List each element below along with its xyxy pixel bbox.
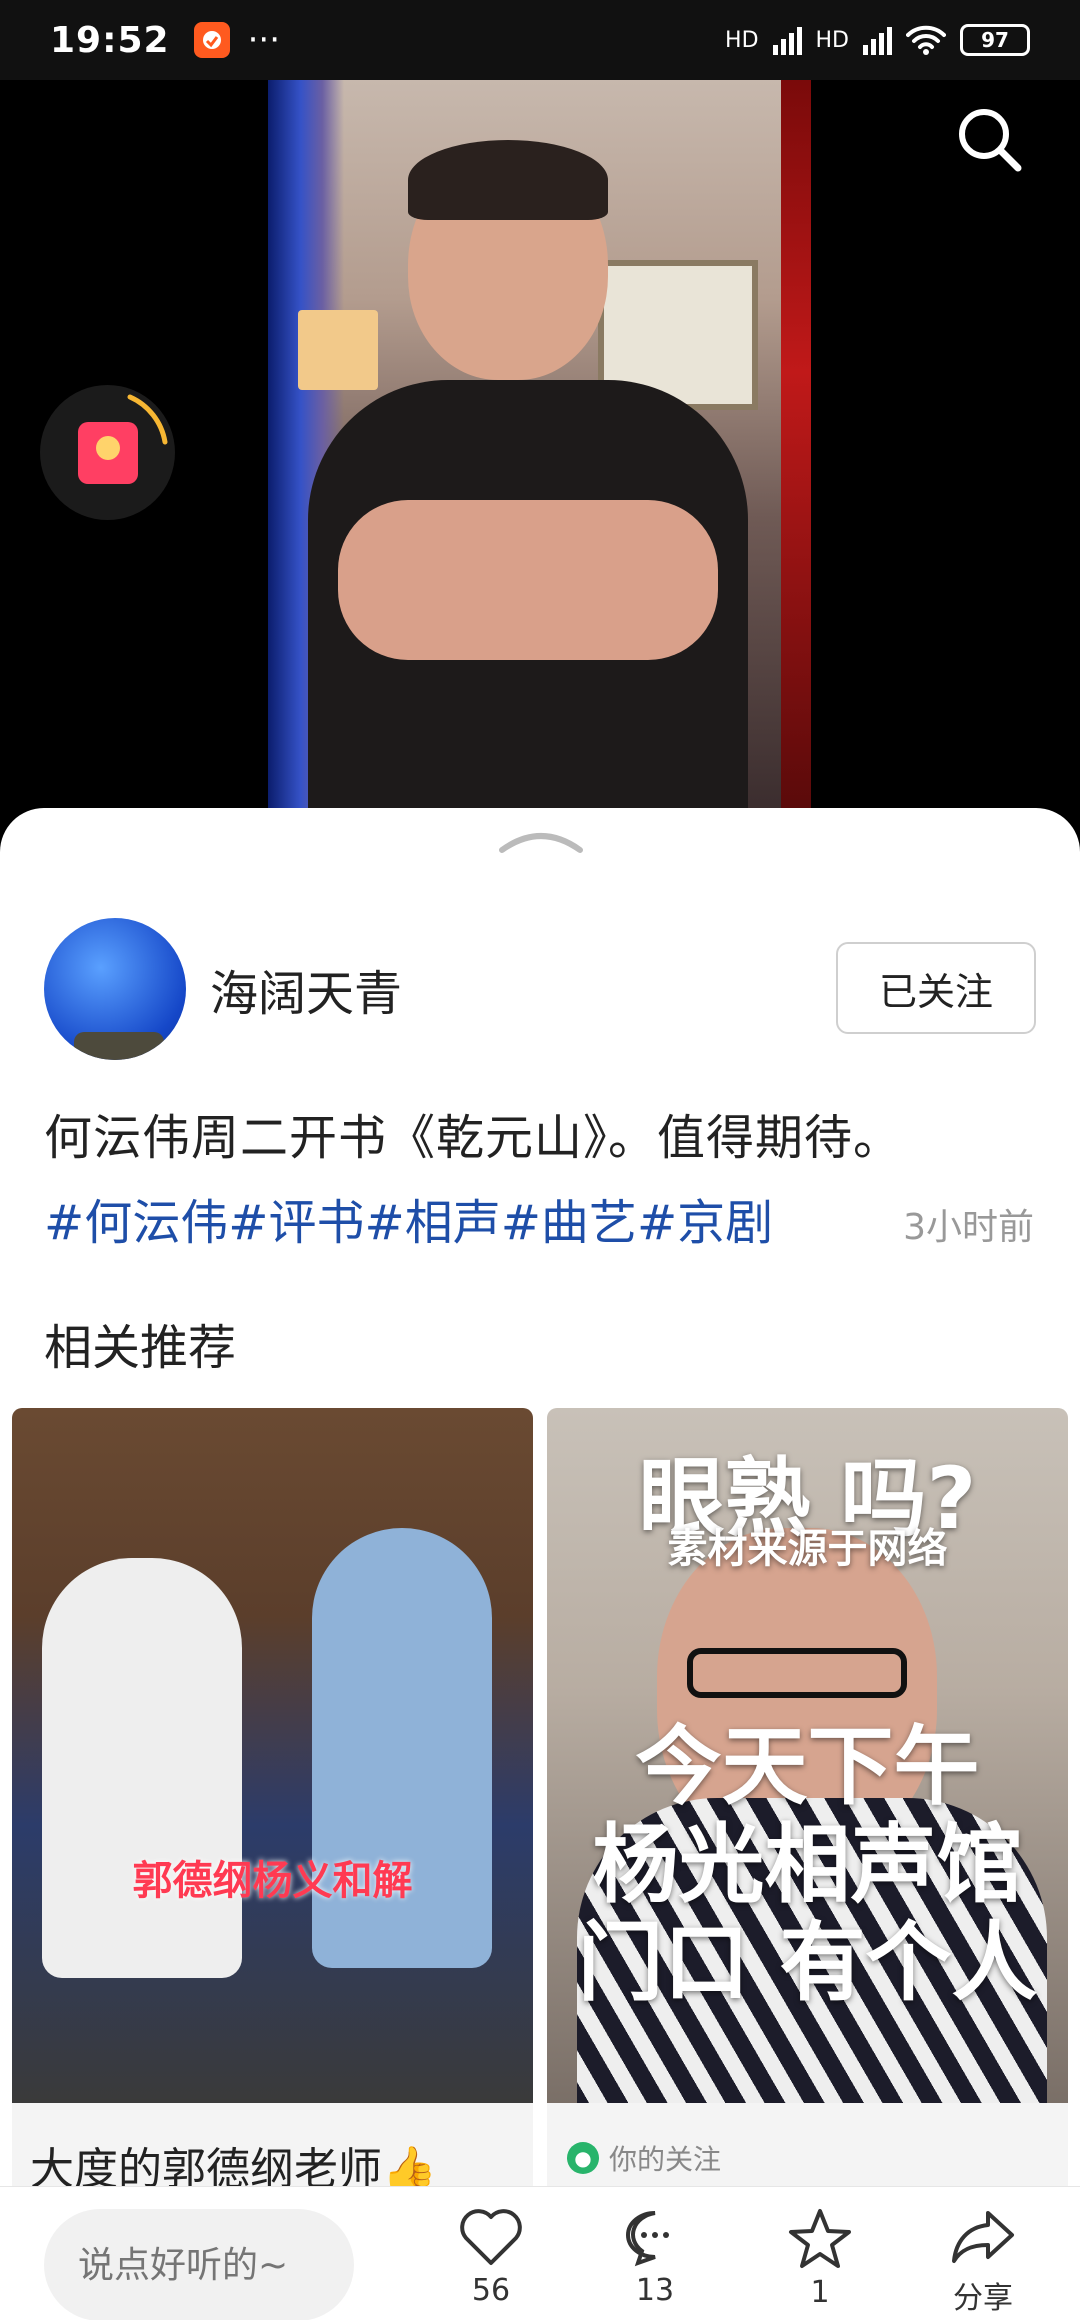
thumb-glasses xyxy=(687,1648,907,1698)
comment-input[interactable] xyxy=(44,2209,354,2320)
user-icon: ● xyxy=(567,2142,599,2174)
video-person-arms xyxy=(338,500,718,660)
wifi-icon xyxy=(906,25,946,55)
screen: 19:52 ··· HD HD 97 海阔天青 已关注 何沄伟周二开书《乾元山》… xyxy=(0,0,1080,2320)
thumb-overlay-text: 今天下午 杨光相声馆 门口 有个人 xyxy=(547,1718,1068,2012)
star-icon xyxy=(789,2209,851,2268)
related-cards: 郭德纲杨义和解 大度的郭德纲老师👍 眼熟 吗? 素材来源于网络 今天下午 杨光相… xyxy=(12,1408,1068,2320)
video-person-hair xyxy=(408,140,608,220)
more-notifications-icon: ··· xyxy=(247,20,281,60)
signal-icon-2 xyxy=(863,25,892,55)
red-envelope-icon xyxy=(77,421,138,484)
battery-icon: 97 xyxy=(960,24,1030,56)
author-avatar[interactable] xyxy=(44,918,186,1060)
signal-icon xyxy=(772,25,802,55)
hd-label-1: HD xyxy=(725,27,759,53)
favorite-button[interactable]: 1 xyxy=(765,2207,875,2310)
tag-link[interactable]: #评书 xyxy=(228,1183,364,1253)
favorite-count: 1 xyxy=(810,2275,830,2310)
thumb-overlay-line5: 门口 有个人 xyxy=(577,1913,1038,2013)
bottom-action-bar: 56 13 1 分享 xyxy=(0,2186,1080,2320)
tag-link[interactable]: #相声 xyxy=(364,1183,500,1253)
tag-link[interactable]: #何沄伟 xyxy=(44,1183,228,1253)
thumb-caption: 郭德纲杨义和解 xyxy=(132,1858,413,1904)
hd-label-2: HD xyxy=(815,27,849,53)
like-count: 56 xyxy=(471,2273,511,2308)
status-bar: 19:52 ··· HD HD 97 xyxy=(0,0,1080,80)
thumb-overlay-line2: 素材来源于网络 xyxy=(667,1526,948,1572)
share-label: 分享 xyxy=(953,2281,1013,2316)
post-tags: #何沄伟 #评书 #相声 #曲艺 #京剧 xyxy=(44,1183,773,1253)
app-notification-icon xyxy=(193,22,230,58)
author-name[interactable]: 海阔天青 xyxy=(210,954,402,1024)
status-right: HD HD 97 xyxy=(725,24,1030,56)
author-row[interactable]: 海阔天青 xyxy=(44,918,402,1060)
heart-icon xyxy=(460,2209,522,2265)
card-thumbnail[interactable]: 眼熟 吗? 素材来源于网络 今天下午 杨光相声馆 门口 有个人 xyxy=(547,1408,1068,2103)
comment-count: 13 xyxy=(635,2273,675,2308)
search-icon[interactable] xyxy=(950,100,1030,180)
card-meta-text: 你的关注 xyxy=(609,2143,722,2176)
comment-icon xyxy=(626,2211,669,2267)
post-sheet: 海阔天青 已关注 何沄伟周二开书《乾元山》。值得期待。 #何沄伟 #评书 #相声… xyxy=(0,808,1080,2320)
card-thumbnail[interactable]: 郭德纲杨义和解 xyxy=(12,1408,533,2103)
post-text: 何沄伟周二开书《乾元山》。值得期待。 xyxy=(44,1110,903,1166)
thumb-overlay-line4: 杨光相声馆 xyxy=(592,1815,1023,1915)
like-button[interactable]: 56 xyxy=(436,2207,546,2308)
tag-link[interactable]: #曲艺 xyxy=(501,1183,637,1253)
red-envelope-button[interactable] xyxy=(40,385,175,520)
tag-link[interactable]: #京剧 xyxy=(637,1183,773,1253)
sheet-handle-icon[interactable] xyxy=(498,828,584,854)
post-time: 3小时前 xyxy=(903,1207,1034,1248)
related-card-1[interactable]: 郭德纲杨义和解 大度的郭德纲老师👍 xyxy=(12,1408,533,2320)
related-section-title: 相关推荐 xyxy=(44,1320,237,1376)
card-meta: ● 你的关注 xyxy=(567,2138,721,2178)
share-button[interactable]: 分享 xyxy=(928,2207,1038,2317)
status-time: 19:52 xyxy=(50,19,170,61)
thumb-overlay-line3: 今天下午 xyxy=(635,1717,980,1817)
video-lamp xyxy=(298,310,378,390)
thumb-person-left xyxy=(42,1558,242,1978)
video-frame[interactable] xyxy=(268,80,811,810)
follow-button[interactable]: 已关注 xyxy=(836,942,1036,1034)
related-card-2[interactable]: 眼熟 吗? 素材来源于网络 今天下午 杨光相声馆 门口 有个人 ● 你的关注 xyxy=(547,1408,1068,2320)
share-icon xyxy=(952,2211,1014,2263)
comment-button[interactable]: 13 xyxy=(600,2207,710,2308)
